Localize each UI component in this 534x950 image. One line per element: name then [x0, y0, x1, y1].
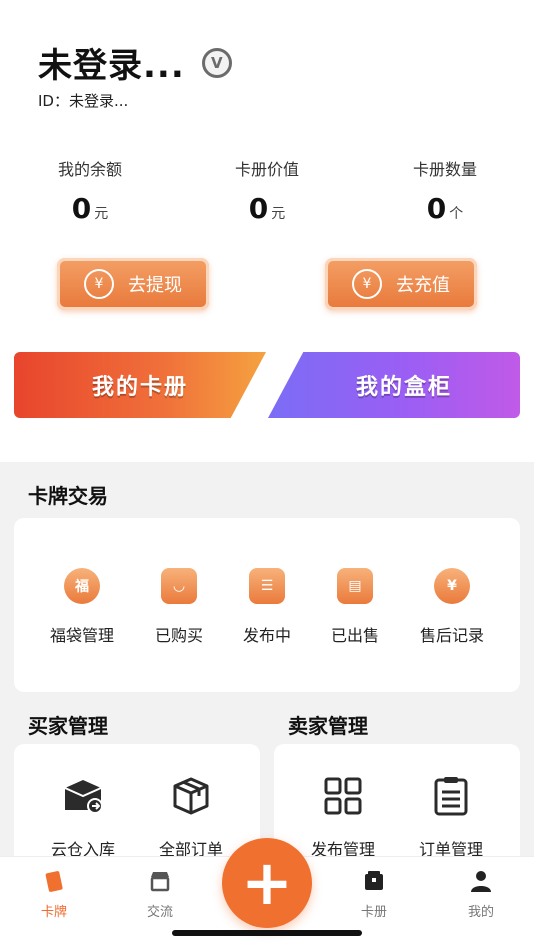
tab-exchange[interactable]: 交流 — [120, 869, 200, 920]
all-orders-item[interactable]: 全部订单 — [136, 774, 246, 860]
stat-unit: 元 — [94, 206, 109, 222]
user-id: ID：未登录... — [38, 92, 129, 110]
item-label: 发布中 — [242, 626, 291, 645]
stat-number: 0 — [71, 192, 92, 225]
buyer-panel: 云仓入库 全部订单 — [14, 744, 260, 874]
stat-label: 卡册价值 — [234, 160, 299, 179]
home-indicator — [172, 930, 362, 936]
user-icon — [471, 871, 491, 892]
box-icon — [173, 777, 209, 815]
shopping-bag-icon: ◡ — [161, 568, 197, 604]
shop-icon — [150, 872, 170, 892]
profile-header[interactable]: 未登录... V — [38, 38, 232, 87]
stat-album-value: 卡册价值 0元 — [187, 156, 347, 225]
lucky-bag-item[interactable]: 福 福袋管理 — [37, 568, 127, 646]
stat-value: 0元 — [187, 192, 347, 225]
seller-panel: 发布管理 订单管理 — [274, 744, 520, 874]
publish-management-item[interactable]: 发布管理 — [288, 774, 398, 860]
after-sales-item[interactable]: ¥ 售后记录 — [407, 568, 497, 646]
stat-balance: 我的余额 0元 — [10, 156, 170, 225]
order-management-item[interactable]: 订单管理 — [396, 774, 506, 860]
clipboard-icon — [434, 777, 468, 816]
tab-label: 我的 — [467, 905, 494, 920]
warehouse-icon — [64, 780, 103, 814]
withdraw-button[interactable]: ¥ 去提现 — [57, 258, 209, 310]
lucky-bag-icon: 福 — [64, 568, 100, 604]
recharge-label: 去充值 — [396, 275, 450, 296]
purchased-item[interactable]: ◡ 已购买 — [134, 568, 224, 646]
stat-label: 我的余额 — [57, 160, 122, 179]
item-label: 已购买 — [154, 626, 203, 645]
my-albums-button[interactable]: 我的卡册 — [14, 352, 266, 418]
my-albums-label: 我的卡册 — [91, 375, 188, 400]
card-trade-panel: 福 福袋管理 ◡ 已购买 ☰ 发布中 ▤ 已出售 ¥ 售后记录 — [14, 518, 520, 692]
money-bag-icon: ¥ — [84, 269, 114, 299]
stat-album-count: 卡册数量 0个 — [365, 156, 525, 225]
sold-item[interactable]: ▤ 已出售 — [310, 568, 400, 646]
tab-mine[interactable]: 我的 — [441, 869, 521, 920]
publishing-item[interactable]: ☰ 发布中 — [222, 568, 312, 646]
stat-unit: 元 — [271, 206, 286, 222]
cloud-warehouse-item[interactable]: 云仓入库 — [28, 774, 138, 860]
recharge-button[interactable]: ¥ 去充值 — [325, 258, 477, 310]
vip-badge-icon: V — [201, 47, 232, 78]
recharge-icon: ¥ — [352, 269, 382, 299]
publishing-doc-icon: ☰ — [249, 568, 285, 604]
stat-label: 卡册数量 — [412, 160, 477, 179]
tab-label: 交流 — [146, 905, 173, 920]
seller-title: 卖家管理 — [288, 714, 368, 738]
after-sales-icon: ¥ — [434, 568, 470, 604]
buyer-title: 买家管理 — [28, 714, 108, 738]
tab-albums[interactable]: 卡册 — [334, 869, 414, 920]
tab-label: 卡牌 — [40, 905, 67, 920]
tab-label: 卡册 — [360, 905, 387, 920]
my-boxes-label: 我的盒柜 — [355, 375, 452, 400]
stat-value: 0个 — [365, 192, 525, 225]
item-label: 售后记录 — [419, 626, 484, 645]
stat-number: 0 — [248, 192, 269, 225]
withdraw-label: 去提现 — [128, 275, 182, 296]
item-label: 福袋管理 — [49, 626, 114, 645]
stat-number: 0 — [426, 192, 447, 225]
grid-icon — [324, 777, 362, 815]
stats-row: 我的余额 0元 卡册价值 0元 卡册数量 0个 — [0, 156, 534, 226]
tab-cards[interactable]: 卡牌 — [14, 869, 94, 920]
add-button[interactable]: + — [222, 838, 312, 928]
sold-doc-icon: ▤ — [337, 568, 373, 604]
my-boxes-button[interactable]: 我的盒柜 — [268, 352, 520, 418]
card-icon — [45, 871, 63, 892]
item-label: 已出售 — [330, 626, 379, 645]
card-trade-title: 卡牌交易 — [28, 484, 108, 508]
username[interactable]: 未登录... — [38, 38, 185, 87]
stat-value: 0元 — [10, 192, 170, 225]
stat-unit: 个 — [449, 206, 464, 222]
album-icon — [365, 871, 383, 890]
